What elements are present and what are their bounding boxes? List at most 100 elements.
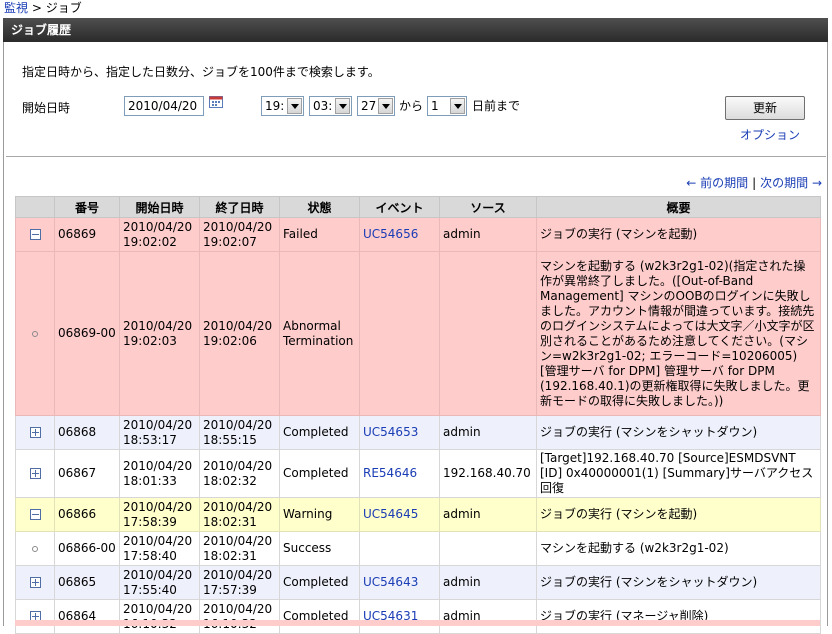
column-header-event[interactable]: イベント (359, 196, 440, 218)
table-row: 06866 2010/04/20 17:58:39 2010/04/20 18:02… (15, 497, 821, 532)
job-status: Completed (279, 565, 360, 600)
job-start-time: 2010/04/20 17:58:39 (119, 497, 200, 532)
job-status: Failed (279, 217, 360, 252)
row-toggle-cell (15, 565, 55, 600)
column-header-start[interactable]: 開始日時 (119, 196, 200, 218)
second-select[interactable]: 27 (357, 96, 395, 116)
job-rows: 06869 2010/04/20 19:02:02 2010/04/20 19:02… (15, 217, 821, 634)
breadcrumb-monitor-link[interactable]: 監視 (4, 1, 28, 15)
job-source: admin (439, 415, 537, 450)
bullet-icon (32, 545, 38, 552)
breadcrumb-current: ジョブ (45, 1, 82, 15)
from-label: から (399, 99, 424, 113)
update-button[interactable]: 更新 (725, 96, 805, 120)
days-suffix-label: 日前まで (472, 99, 521, 113)
job-event-link[interactable]: UC54653 (363, 425, 418, 439)
job-number: 06864 (54, 599, 120, 634)
row-toggle-cell (15, 251, 55, 416)
calendar-icon[interactable] (209, 96, 223, 108)
job-start-time: 2010/04/20 19:02:02 (119, 217, 200, 252)
job-event-cell: UC54631 (359, 599, 440, 634)
options-link[interactable]: オプション (740, 126, 800, 143)
column-header-number[interactable]: 番号 (54, 196, 120, 218)
start-datetime-label: 開始日時 (22, 101, 71, 115)
chevron-down-icon (378, 98, 393, 114)
hour-select[interactable]: 19: (261, 96, 304, 116)
breadcrumb-separator: > (31, 1, 42, 15)
column-header-end[interactable]: 終了日時 (199, 196, 280, 218)
minute-select-value: 03: (313, 99, 333, 113)
search-description: 指定日時から、指定した日数分、ジョブを100件まで検索します。 (22, 65, 380, 79)
job-number: 06868 (54, 415, 120, 450)
collapse-icon[interactable] (29, 509, 41, 520)
job-end-time: 2010/04/20 19:02:07 (199, 217, 280, 252)
job-event-link[interactable]: UC54643 (363, 575, 418, 589)
next-period-link[interactable]: 次の期間 → (760, 176, 822, 190)
column-header-summary[interactable]: 概要 (536, 196, 821, 218)
row-toggle-cell (15, 531, 55, 566)
job-event-link[interactable]: UC54656 (363, 227, 418, 241)
start-date-input[interactable]: 2010/04/20 (124, 96, 204, 116)
job-source: admin (439, 565, 537, 600)
pager-separator: | (752, 176, 757, 190)
job-status: Completed (279, 415, 360, 450)
job-summary: マシンを起動する (w2k3r2g1-02) (536, 531, 821, 566)
job-status: Completed (279, 599, 360, 634)
collapse-icon[interactable] (29, 229, 41, 240)
minute-select[interactable]: 03: (309, 96, 352, 116)
row-toggle-cell (15, 497, 55, 532)
expand-icon[interactable] (29, 468, 41, 479)
divider (6, 156, 826, 157)
table-header-row: 番号 開始日時 終了日時 状態 イベント ソース 概要 (15, 196, 821, 218)
job-event-cell (359, 531, 440, 566)
job-number: 06865 (54, 565, 120, 600)
job-status: Warning (279, 497, 360, 532)
job-event-cell: UC54653 (359, 415, 440, 450)
job-start-time: 2010/04/20 18:01:33 (119, 449, 200, 498)
expand-icon[interactable] (29, 577, 41, 588)
job-end-time: 2010/04/20 18:55:15 (199, 415, 280, 450)
table-row: 06868 2010/04/20 18:53:17 2010/04/20 18:55… (15, 415, 821, 450)
job-status: Abnormal Termination (279, 251, 360, 416)
job-source (439, 531, 537, 566)
job-summary: ジョブの実行 (マシンを起動) (536, 217, 821, 252)
second-select-value: 27 (361, 99, 377, 113)
job-status: Success (279, 531, 360, 566)
table-row: 06867 2010/04/20 18:01:33 2010/04/20 18:02… (15, 449, 821, 498)
job-summary: ジョブの実行 (マネージャ削除) (536, 599, 821, 634)
job-event-link[interactable]: RE54646 (363, 466, 417, 480)
hour-select-value: 19: (265, 99, 285, 113)
column-header-status[interactable]: 状態 (279, 196, 360, 218)
table-row: 068642010/04/20 16:10:322010/04/20 16:10… (15, 599, 821, 634)
job-source: 192.168.40.70 (439, 449, 537, 498)
table-row: 06866-00 2010/04/20 17:58:40 2010/04/20 18… (15, 531, 821, 566)
job-end-time: 2010/04/20 16:10:32 (199, 599, 280, 634)
job-start-time: 2010/04/20 16:10:32 (119, 599, 200, 634)
job-event-cell: UC54643 (359, 565, 440, 600)
job-event-link[interactable]: UC54645 (363, 507, 418, 521)
table-row: 06869-00 2010/04/20 19:02:03 2010/04/20 19… (15, 251, 821, 416)
job-event-cell: UC54645 (359, 497, 440, 532)
job-event-cell (359, 251, 440, 416)
panel-title: ジョブ履歴 (3, 18, 828, 42)
days-select-value: 1 (431, 99, 439, 113)
chevron-down-icon (450, 98, 465, 114)
column-header-source[interactable]: ソース (439, 196, 537, 218)
job-end-time: 2010/04/20 18:02:32 (199, 449, 280, 498)
job-end-time: 2010/04/20 18:02:31 (199, 531, 280, 566)
previous-period-link[interactable]: ← 前の期間 (686, 176, 748, 190)
job-source: admin (439, 497, 537, 532)
chevron-down-icon (287, 98, 302, 114)
row-toggle-cell (15, 599, 55, 634)
job-end-time: 2010/04/20 19:02:06 (199, 251, 280, 416)
expand-icon[interactable] (29, 427, 41, 438)
job-number: 06866 (54, 497, 120, 532)
job-summary: ジョブの実行 (マシンを起動) (536, 497, 821, 532)
chevron-down-icon (335, 98, 350, 114)
period-pager: ← 前の期間 | 次の期間 → (686, 174, 822, 191)
job-summary: ジョブの実行 (マシンをシャットダウン) (536, 565, 821, 600)
days-select[interactable]: 1 (427, 96, 467, 116)
row-toggle-cell (15, 217, 55, 252)
job-number: 06867 (54, 449, 120, 498)
job-end-time: 2010/04/20 17:57:39 (199, 565, 280, 600)
